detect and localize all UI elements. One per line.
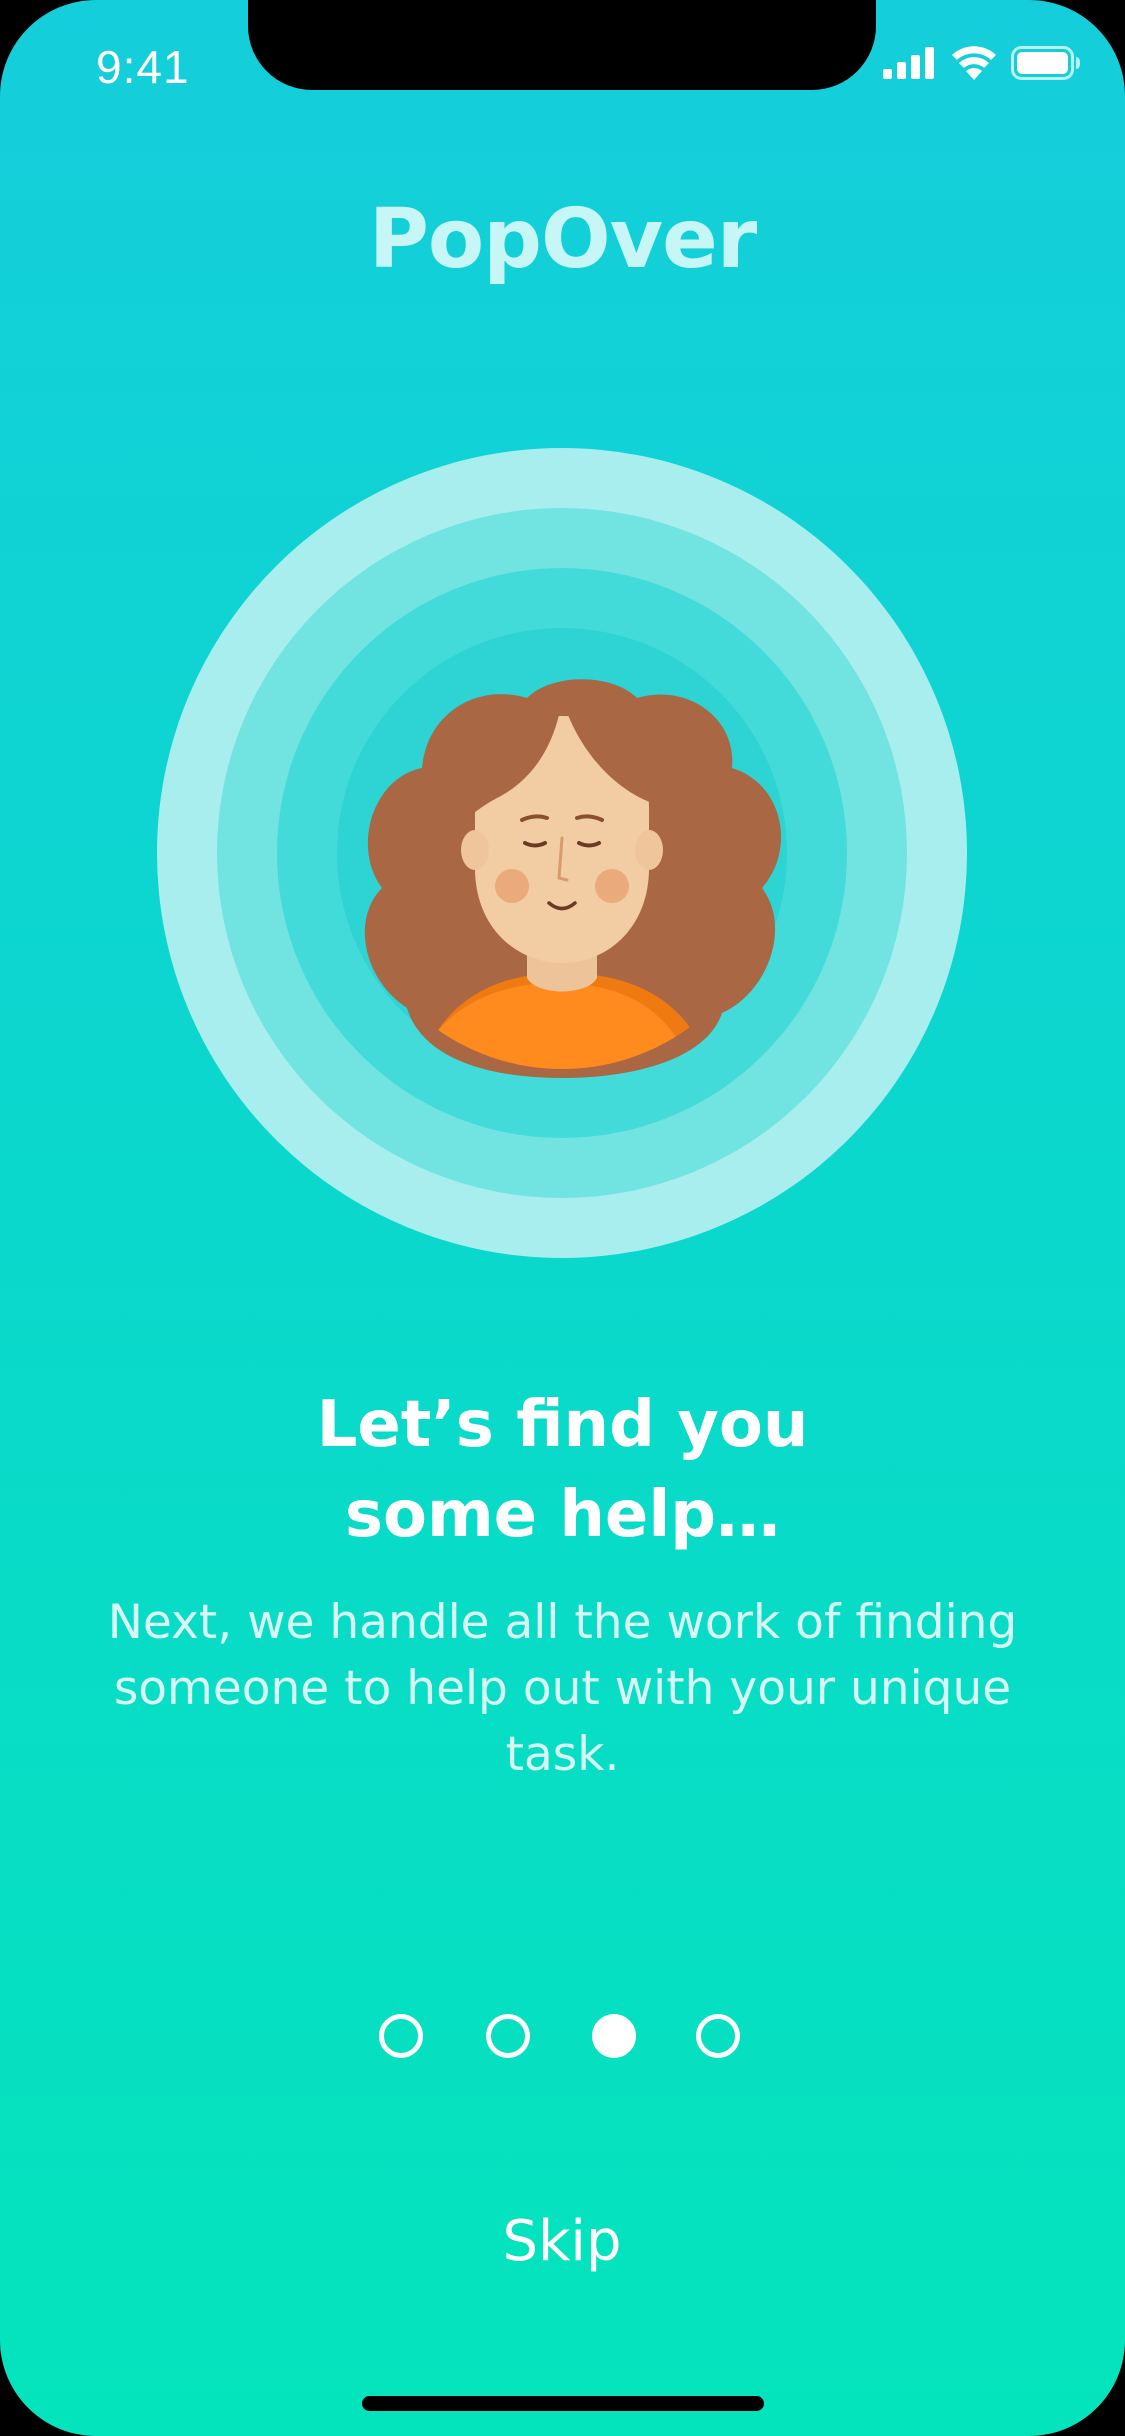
status-icons xyxy=(883,46,1081,80)
headline-line-2: some help… xyxy=(344,1478,781,1552)
skip-button[interactable]: Skip xyxy=(412,2200,712,2284)
home-indicator[interactable] xyxy=(362,2396,764,2411)
battery-icon xyxy=(1011,46,1080,80)
page-dot-1[interactable] xyxy=(379,2014,423,2058)
onboarding-headline: Let’s find you some help… xyxy=(0,1380,1125,1560)
status-time: 9:41 xyxy=(96,41,190,93)
wifi-icon xyxy=(952,46,996,80)
headline-line-1: Let’s find you xyxy=(316,1388,809,1462)
device-notch xyxy=(248,0,876,90)
app-title: PopOver xyxy=(368,192,757,287)
page-dot-2[interactable] xyxy=(486,2014,530,2058)
onboarding-screen: 9:41 PopOver Let’s find you some help… N… xyxy=(0,0,1125,2436)
cellular-signal-icon xyxy=(883,47,934,79)
onboarding-description: Next, we handle all the work of finding … xyxy=(107,1595,1018,1782)
page-dot-3-active[interactable] xyxy=(592,2014,636,2058)
page-indicator xyxy=(0,2014,1125,2058)
status-bar: 9:41 xyxy=(0,0,1125,135)
helper-illustration xyxy=(157,448,967,1258)
page-dot-4[interactable] xyxy=(696,2014,740,2058)
